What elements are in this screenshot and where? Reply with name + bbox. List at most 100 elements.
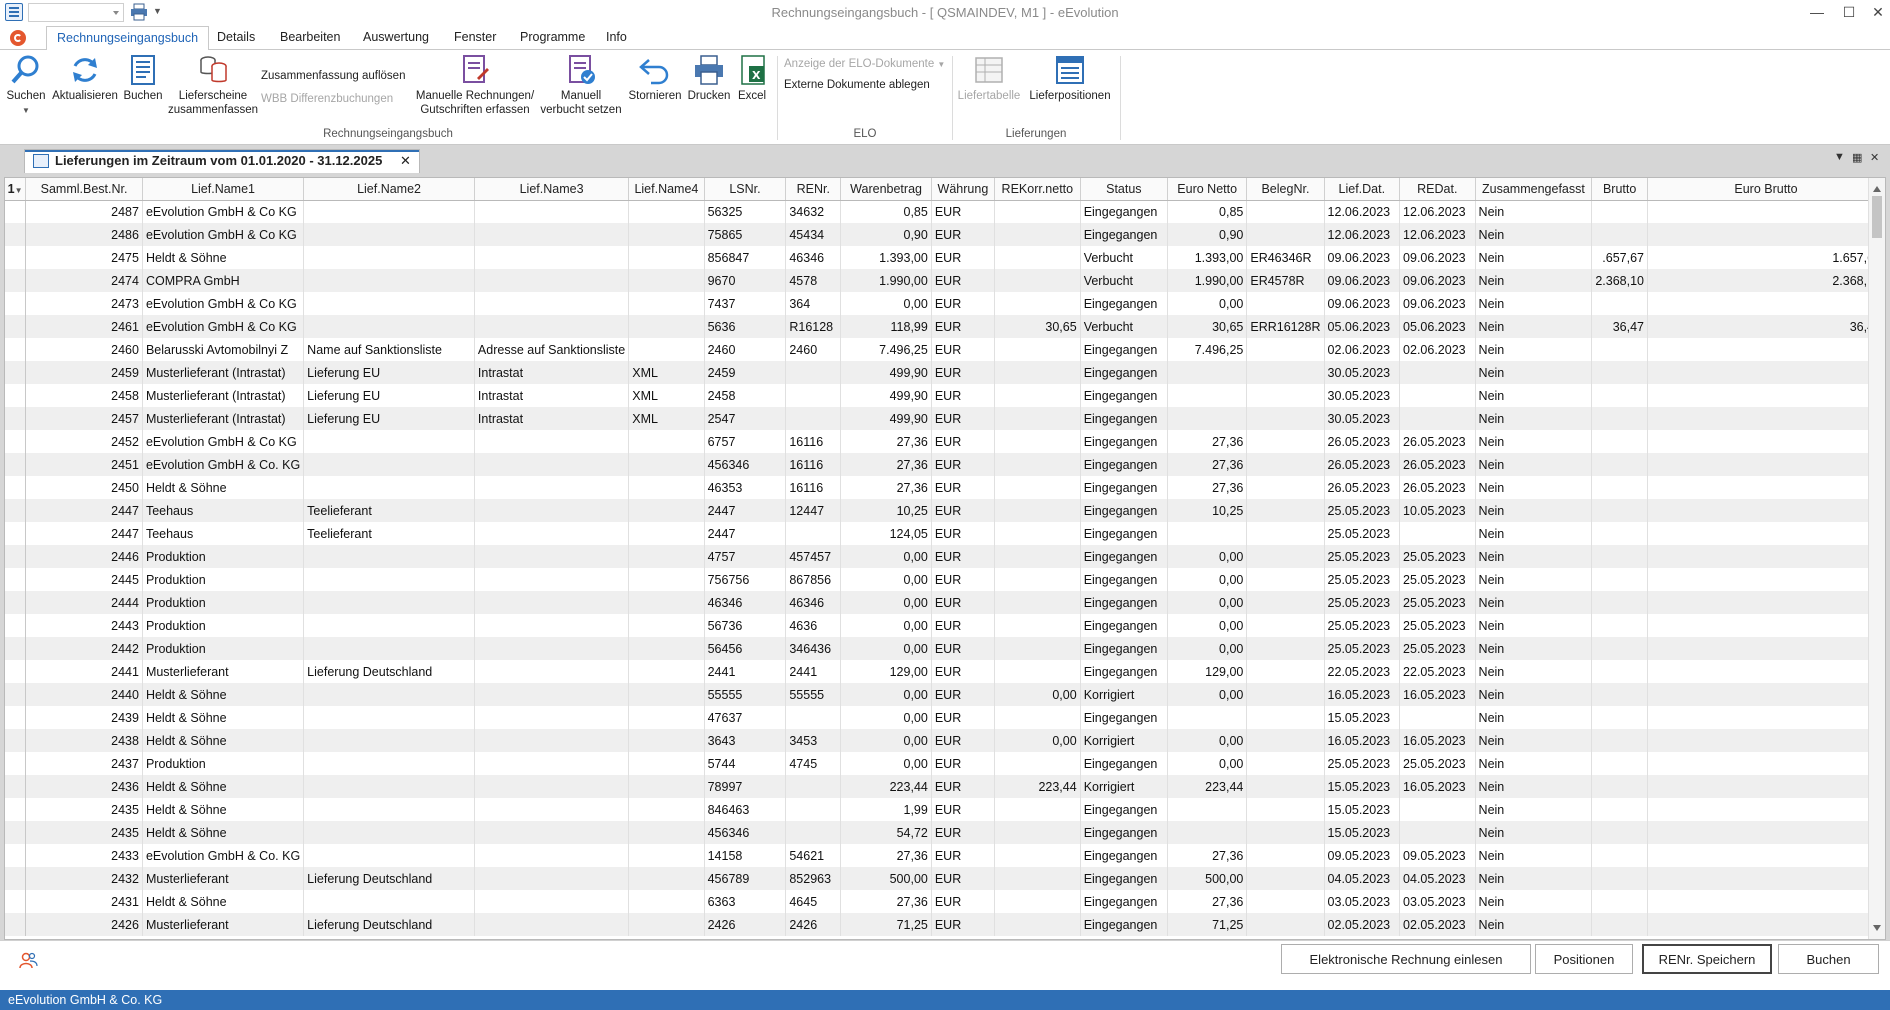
table-row[interactable]: 2440 Heldt & Söhne 55555 55555 0,00 EUR 0,00 Ko…	[5, 683, 1886, 706]
tab-auswertung[interactable]: Auswertung	[353, 26, 439, 49]
row-selector[interactable]	[5, 545, 27, 568]
row-selector[interactable]	[5, 775, 27, 798]
row-selector[interactable]	[5, 384, 27, 407]
tab-rechnungseingangsbuch[interactable]: Rechnungseingangsbuch	[46, 26, 210, 50]
table-row[interactable]: 2436 Heldt & Söhne 78997 223,44 EUR 223,44 Kor…	[5, 775, 1886, 798]
table-row[interactable]: 2452 eEvolution GmbH & Co KG 6757 16116 27,3…	[5, 430, 1886, 453]
manuell-verbucht-setzen-button[interactable]: Manuell verbucht setzen	[540, 54, 622, 117]
row-selector[interactable]	[5, 338, 27, 361]
zusammenfassung-aufloesen-button[interactable]: Zusammenfassung auflösen	[261, 70, 405, 82]
table-row[interactable]: 2426 Musterlieferant Lieferung Deutschland…	[5, 913, 1886, 936]
suchen-button[interactable]: Suchen ▼	[6, 54, 46, 118]
table-row[interactable]: 2486 eEvolution GmbH & Co KG 75865 45434 0,9…	[5, 223, 1886, 246]
renr-speichern-button[interactable]: RENr. Speichern	[1642, 944, 1772, 974]
table-row[interactable]: 2435 Heldt & Söhne 456346 54,72 EUR Eingegang…	[5, 821, 1886, 844]
table-row[interactable]: 2435 Heldt & Söhne 846463 1,99 EUR Eingegange…	[5, 798, 1886, 821]
scroll-thumb[interactable]	[1872, 196, 1882, 238]
row-selector[interactable]	[5, 315, 27, 338]
column-header[interactable]: Warenbetrag	[840, 178, 932, 201]
maximize-button[interactable]: ☐	[1833, 0, 1865, 26]
column-header[interactable]: Lief.Name3	[474, 178, 630, 201]
table-row[interactable]: 2487 eEvolution GmbH & Co KG 56325 34632 0,8…	[5, 200, 1886, 223]
table-row[interactable]: 2461 eEvolution GmbH & Co KG 5636 R16128 118…	[5, 315, 1886, 338]
document-tab[interactable]: Lieferungen im Zeitraum vom 01.01.2020 -…	[24, 149, 420, 173]
users-icon[interactable]	[18, 951, 38, 971]
table-row[interactable]: 2447 Teehaus Teelieferant 2447 124,05 EUR Eing…	[5, 522, 1886, 545]
row-selector[interactable]	[5, 499, 27, 522]
row-selector[interactable]	[5, 591, 27, 614]
elektronische-rechnung-einlesen-button[interactable]: Elektronische Rechnung einlesen	[1281, 944, 1531, 974]
minimize-button[interactable]: —	[1801, 0, 1833, 26]
row-selector[interactable]	[5, 453, 27, 476]
scroll-up-icon[interactable]	[1873, 182, 1881, 192]
scroll-down-icon[interactable]	[1873, 925, 1881, 935]
row-selector[interactable]	[5, 269, 27, 292]
tab-fenster[interactable]: Fenster	[444, 26, 506, 49]
column-header[interactable]: Lief.Name2	[303, 178, 475, 201]
row-selector[interactable]	[5, 660, 27, 683]
externe-dokumente-ablegen-button[interactable]: Externe Dokumente ablegen	[784, 79, 930, 91]
row-selector[interactable]	[5, 798, 27, 821]
table-row[interactable]: 2457 Musterlieferant (Intrastat) Lieferung…	[5, 407, 1886, 430]
table-row[interactable]: 2431 Heldt & Söhne 6363 4645 27,36 EUR Eingega…	[5, 890, 1886, 913]
vertical-scrollbar[interactable]	[1868, 178, 1885, 939]
buchen-button[interactable]: Buchen	[1778, 944, 1879, 974]
table-row[interactable]: 2474 COMPRA GmbH 9670 4578 1.990,00 EUR Verbuc…	[5, 269, 1886, 292]
table-row[interactable]: 2446 Produktion 4757 457457 0,00 EUR Eingegang…	[5, 545, 1886, 568]
column-header[interactable]: REKorr.netto	[994, 178, 1081, 201]
column-header[interactable]: Lief.Dat.	[1324, 178, 1401, 201]
table-row[interactable]: 2432 Musterlieferant Lieferung Deutschland…	[5, 867, 1886, 890]
row-selector[interactable]	[5, 246, 27, 269]
row-selector[interactable]	[5, 223, 27, 246]
tab-info[interactable]: Info	[596, 26, 637, 49]
row-selector[interactable]	[5, 913, 27, 936]
column-header[interactable]: Lief.Name1	[142, 178, 305, 201]
aktualisieren-button[interactable]: Aktualisieren	[50, 54, 120, 103]
table-row[interactable]: 2437 Produktion 5744 4745 0,00 EUR Eingegangen…	[5, 752, 1886, 775]
buchen-ribbon-button[interactable]: Buchen	[122, 54, 164, 103]
elo-dokumente-anzeige-dropdown[interactable]: Anzeige der ELO-Dokumente ▼	[784, 58, 945, 70]
row-selector[interactable]	[5, 614, 27, 637]
row-selector[interactable]	[5, 568, 27, 591]
close-window-button[interactable]: ✕	[1862, 0, 1890, 26]
lieferpositionen-button[interactable]: Lieferpositionen	[1026, 54, 1114, 103]
column-header[interactable]: Brutto	[1591, 178, 1648, 201]
row-selector[interactable]	[5, 706, 27, 729]
tile-windows-icon[interactable]: ▦	[1852, 151, 1862, 164]
row-selector[interactable]	[5, 292, 27, 315]
row-selector[interactable]	[5, 200, 27, 223]
wbb-differenzbuchungen-button[interactable]: WBB Differenzbuchungen	[261, 93, 393, 105]
sort-indicator-header[interactable]: 1▼	[5, 178, 27, 201]
close-tab-icon[interactable]: ✕	[400, 153, 411, 168]
table-row[interactable]: 2433 eEvolution GmbH & Co. KG 14158 54621 27…	[5, 844, 1886, 867]
lieferscheine-zusammenfassen-button[interactable]: Lieferscheine zusammenfassen	[166, 54, 260, 117]
row-selector[interactable]	[5, 821, 27, 844]
app-menu-logo-icon[interactable]	[10, 30, 26, 46]
close-document-icon[interactable]: ✕	[1870, 151, 1879, 164]
column-header[interactable]: Status	[1080, 178, 1169, 201]
table-row[interactable]: 2450 Heldt & Söhne 46353 16116 27,36 EUR Einge…	[5, 476, 1886, 499]
table-row[interactable]: 2441 Musterlieferant Lieferung Deutschland…	[5, 660, 1886, 683]
column-header[interactable]: REDat.	[1399, 178, 1476, 201]
tab-bearbeiten[interactable]: Bearbeiten	[270, 26, 350, 49]
column-header[interactable]: BelegNr.	[1246, 178, 1325, 201]
column-header[interactable]: Samml.Best.Nr.	[25, 178, 143, 201]
table-row[interactable]: 2460 Belarusski Avtomobilnyi Z Name auf Sa…	[5, 338, 1886, 361]
column-header[interactable]: RENr.	[785, 178, 842, 201]
table-row[interactable]: 2442 Produktion 56456 346436 0,00 EUR Eingegan…	[5, 637, 1886, 660]
drucken-button[interactable]: Drucken	[686, 54, 732, 103]
column-header[interactable]: LSNr.	[704, 178, 787, 201]
document-list-dropdown-icon[interactable]: ▼	[1834, 151, 1845, 163]
row-selector[interactable]	[5, 361, 27, 384]
column-header[interactable]: Euro Netto	[1167, 178, 1248, 201]
table-row[interactable]: 2473 eEvolution GmbH & Co KG 7437 364 0,00 EU…	[5, 292, 1886, 315]
table-row[interactable]: 2444 Produktion 46346 46346 0,00 EUR Eingegang…	[5, 591, 1886, 614]
row-selector[interactable]	[5, 752, 27, 775]
row-selector[interactable]	[5, 844, 27, 867]
row-selector[interactable]	[5, 683, 27, 706]
column-header[interactable]: Währung	[931, 178, 995, 201]
table-row[interactable]: 2475 Heldt & Söhne 856847 46346 1.393,00 EUR V…	[5, 246, 1886, 269]
table-row[interactable]: 2447 Teehaus Teelieferant 2447 12447 10,25 EUR…	[5, 499, 1886, 522]
table-row[interactable]: 2458 Musterlieferant (Intrastat) Lieferung…	[5, 384, 1886, 407]
column-header[interactable]: Zusammengefasst	[1475, 178, 1593, 201]
